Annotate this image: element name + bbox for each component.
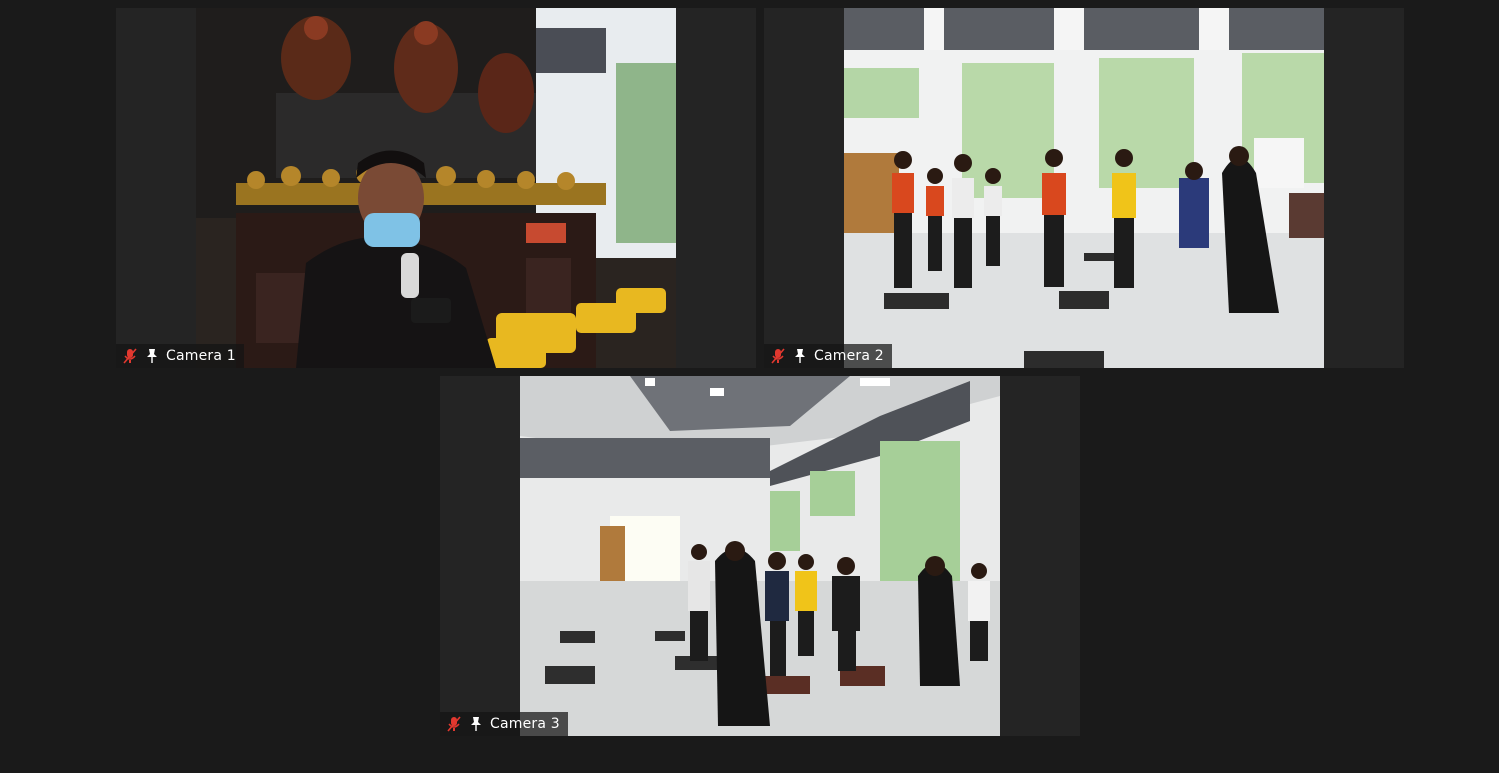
microphone-muted-icon <box>770 348 786 364</box>
pin-icon <box>468 716 484 732</box>
pin-icon <box>144 348 160 364</box>
participant-label: Camera 2 <box>764 344 892 368</box>
video-tile-camera-3[interactable]: Camera 3 <box>440 376 1080 736</box>
participant-label: Camera 1 <box>116 344 244 368</box>
microphone-muted-icon <box>446 716 462 732</box>
participant-name: Camera 3 <box>490 716 560 732</box>
participant-name: Camera 1 <box>166 348 236 364</box>
pin-icon <box>792 348 808 364</box>
video-tile-camera-2[interactable]: Camera 2 <box>764 8 1404 368</box>
participant-label: Camera 3 <box>440 712 568 736</box>
video-feed-camera-1 <box>196 8 676 368</box>
video-feed-camera-3 <box>520 376 1000 736</box>
video-tile-camera-1[interactable]: Camera 1 <box>116 8 756 368</box>
microphone-muted-icon <box>122 348 138 364</box>
video-feed-camera-2 <box>844 8 1324 368</box>
participant-name: Camera 2 <box>814 348 884 364</box>
